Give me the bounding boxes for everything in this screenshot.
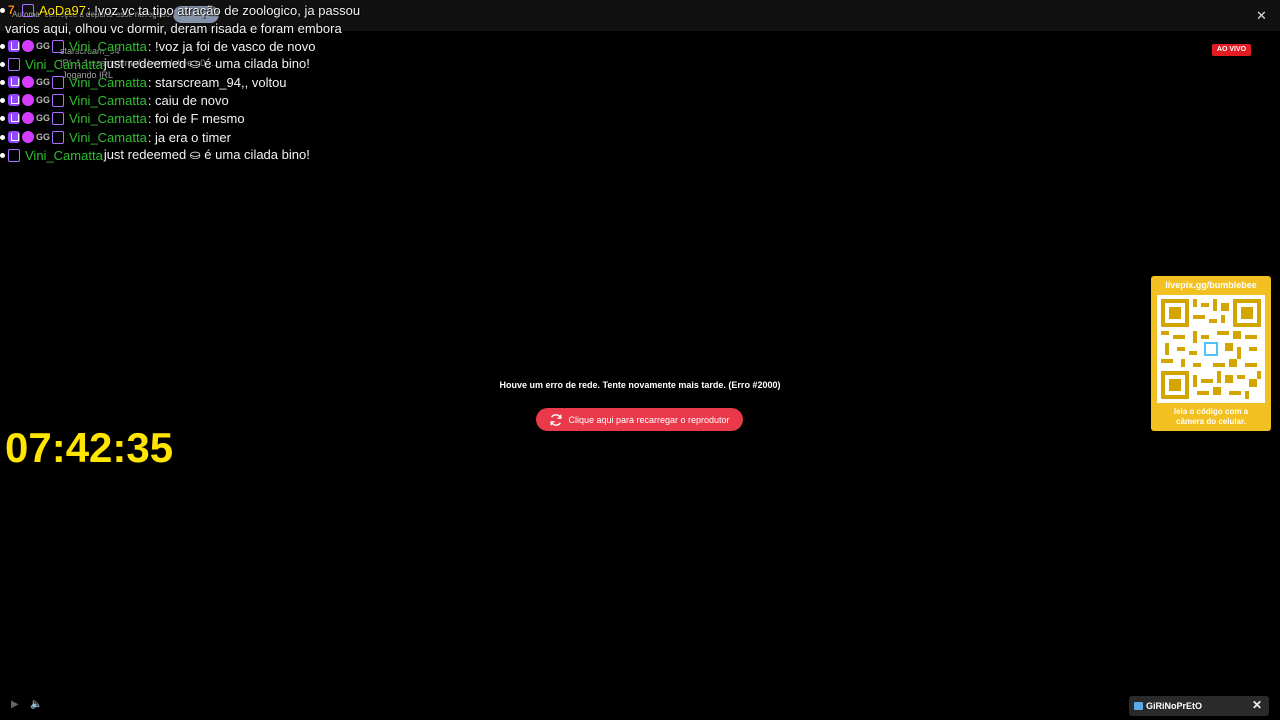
chat-message: Vini_Camatta just redeemed ⛀ é uma cilad… [0,55,310,73]
qr-url: livepix.gg/bumblebee [1165,280,1257,290]
chat-message: Vini_Camatta just redeemed ⛀ é uma cilad… [0,146,310,164]
chat-message-text: : caiu de novo [147,92,229,108]
chat-message-text: just redeemed ⛀ é uma cilada bino! [103,56,310,71]
chat-username: Vini_Camatta [69,74,147,90]
twitch-badge-icon [22,3,34,17]
play-icon[interactable]: ▶ [11,699,19,710]
badge-group [0,148,22,162]
chat-username: Vini_Camatta [69,129,147,145]
badge-group: GG [0,39,66,53]
live-badge: AO VIVO [1212,44,1251,56]
subscriber-badge-icon [8,94,20,106]
gg-badge-icon: GG [36,77,51,87]
twitch-badge-icon [52,111,64,125]
chat-message: GG Vini_Camatta : ja era o timer [0,128,231,146]
gg-badge-icon: GG [36,113,51,123]
chat-username: AoDa97 [39,2,86,18]
twitch-badge-icon [52,130,64,144]
badge-dot-icon [0,43,5,49]
badge-group: 7 [0,3,36,17]
toast-close-icon[interactable]: ✕ [1252,698,1262,712]
heart-badge-icon [22,131,34,143]
chat-message: GG Vini_Camatta : caiu de novo [0,91,229,109]
chat-message-text: : !voz ja foi de vasco de novo [147,38,316,54]
badge-dot-icon [0,115,5,121]
badge-group: GG [0,130,66,144]
volume-icon[interactable]: 🔈 [30,699,42,710]
screen-share-icon [1134,702,1143,710]
chat-message: GG Vini_Camatta : starscream_94,, voltou [0,73,287,91]
heart-badge-icon [22,76,34,88]
gg-badge-icon: GG [36,95,51,105]
twitch-badge-icon [52,75,64,89]
close-icon[interactable]: ✕ [1256,8,1267,24]
badge-dot-icon [0,134,5,140]
badge-group [0,57,22,71]
chat-message-text: : starscream_94,, voltou [147,74,287,90]
heart-badge-icon [22,112,34,124]
chat-message-text: : foi de F mesmo [147,110,245,126]
badge-group: GG [0,111,66,125]
badge-dot-icon [0,152,5,158]
player-error-message: Houve um erro de rede. Tente novamente m… [499,380,781,390]
chat-message-text: : !voz vc ta tipo atração de zoologico, … [86,2,361,18]
badge-group: GG [0,93,66,107]
chat-username: Vini_Camatta [69,38,147,54]
chat-message: GG Vini_Camatta : !voz ja foi de vasco d… [0,37,315,55]
badge-dot-icon [0,7,5,13]
chat-username: Vini_Camatta [25,147,103,163]
qr-code-icon [1157,295,1265,403]
heart-badge-icon [22,94,34,106]
chat-message-continuation: varios aqui, olhou vc dormir, deram risa… [5,19,342,37]
livepix-qr-card: livepix.gg/bumblebee leia o código com a… [1151,276,1271,431]
chat-message-text: : ja era o timer [147,129,231,145]
badge-seven-icon: 7 [8,3,15,17]
reload-button-label: Clique aqui para recarregar o reprodutor [568,414,730,425]
stream-timer: 07:42:35 [5,424,174,471]
gg-badge-icon: GG [36,41,51,51]
subscriber-badge-icon [8,40,20,52]
gg-badge-icon: GG [36,132,51,142]
qr-caption: leia o código com a câmera do celular. [1151,407,1271,427]
chat-message: GG Vini_Camatta : foi de F mesmo [0,109,245,127]
refresh-icon [550,413,562,426]
twitch-badge-icon [52,39,64,53]
twitch-badge-icon [8,148,20,162]
chat-username: Vini_Camatta [25,56,103,72]
subscriber-badge-icon [8,112,20,124]
subscriber-badge-icon [8,76,20,88]
twitch-badge-icon [8,57,20,71]
chat-username: Vini_Camatta [69,110,147,126]
chat-message: 7 AoDa97 : !voz vc ta tipo atração de zo… [0,1,360,19]
subscriber-badge-icon [8,131,20,143]
chat-username: Vini_Camatta [69,92,147,108]
toast-label: GiRiNoPrEtO [1146,701,1203,711]
qr-code-image [1157,295,1265,403]
badge-dot-icon [0,61,5,67]
reload-player-button[interactable]: Clique aqui para recarregar o reprodutor [536,408,743,431]
badge-group: GG [0,75,66,89]
chat-message-text: just redeemed ⛀ é uma cilada bino! [103,147,310,162]
badge-dot-icon [0,79,5,85]
twitch-badge-icon [52,93,64,107]
chat-message-text: varios aqui, olhou vc dormir, deram risa… [5,20,342,36]
qr-caption-line: leia o código com a [1173,407,1249,416]
qr-caption-line: câmera do celular. [1176,417,1246,426]
badge-dot-icon [0,97,5,103]
heart-badge-icon [22,40,34,52]
sharing-toast: GiRiNoPrEtO ✕ [1129,696,1269,716]
